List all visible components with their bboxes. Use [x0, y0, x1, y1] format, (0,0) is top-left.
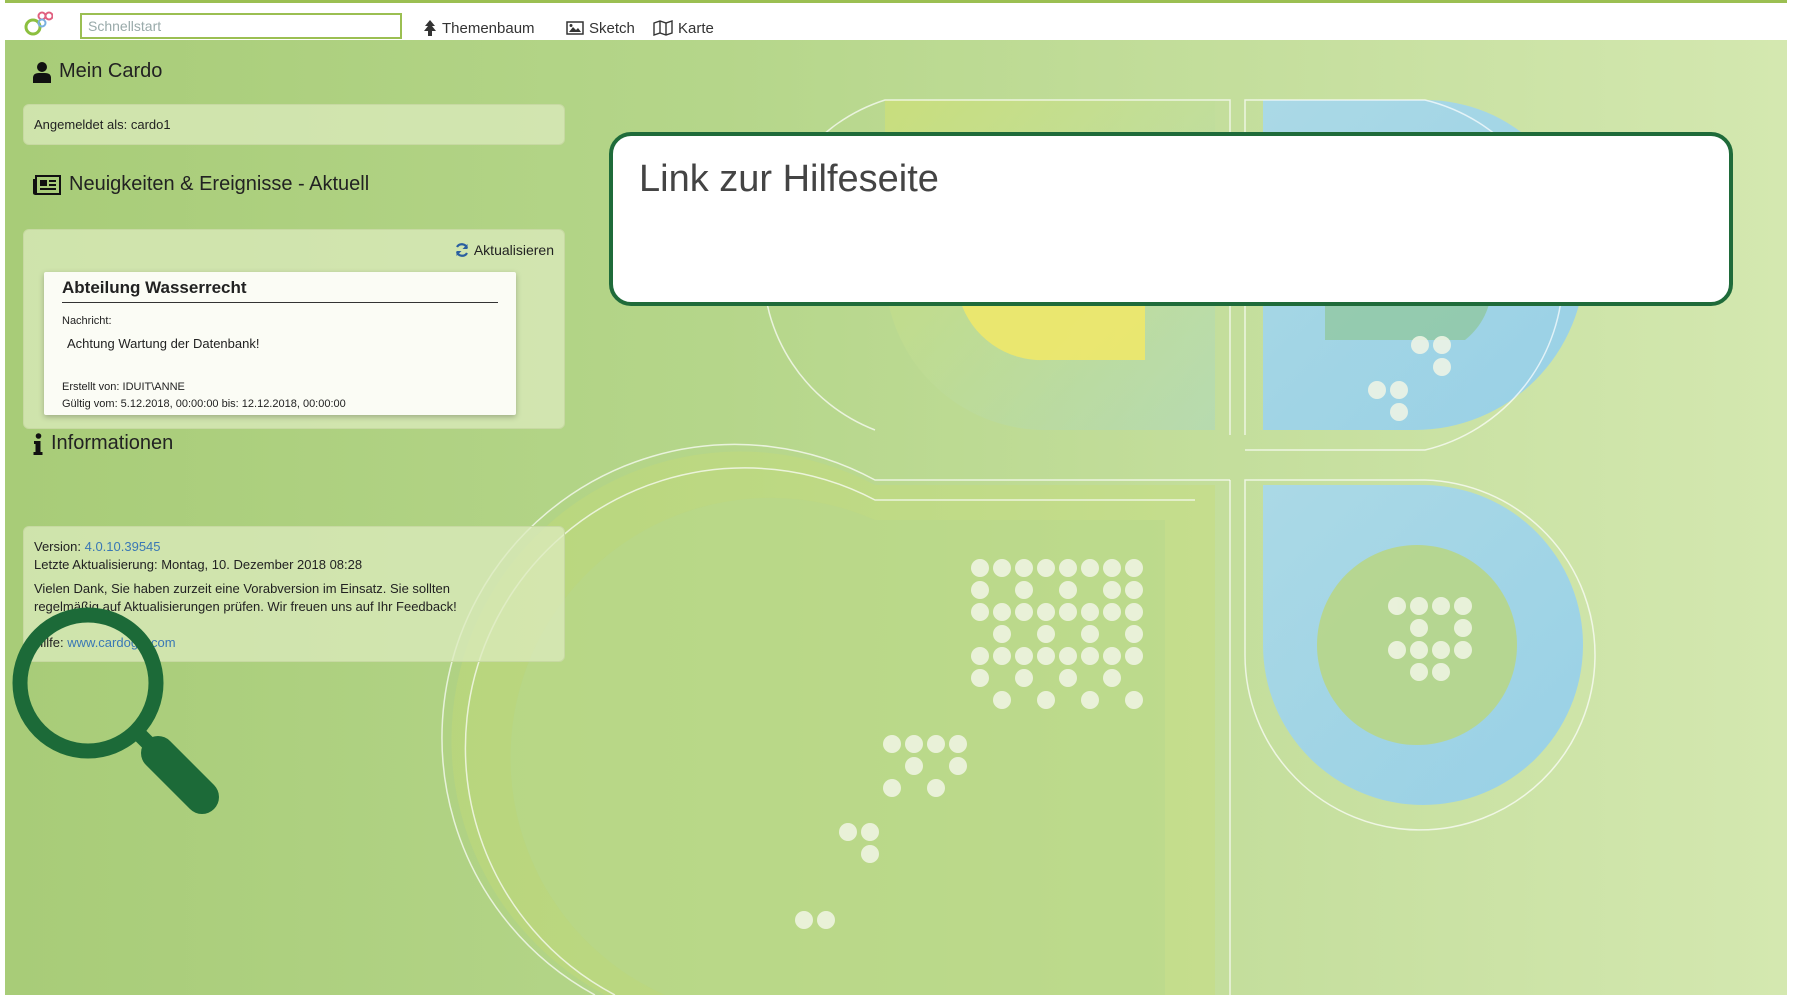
version-row: Version: 4.0.10.39545	[34, 539, 161, 554]
map-icon	[653, 20, 673, 36]
magnifier-icon	[12, 607, 219, 814]
cardo-logo-icon[interactable]	[21, 9, 53, 37]
login-status-panel: Angemeldet als: cardo1	[23, 104, 565, 145]
nav-sketch-button[interactable]: Sketch	[566, 17, 635, 39]
news-message-text: Achtung Wartung der Datenbank!	[67, 336, 260, 351]
nav-sketch-label: Sketch	[589, 19, 635, 37]
refresh-button[interactable]: Aktualisieren	[455, 242, 554, 258]
help-link-callout: Link zur Hilfeseite	[609, 132, 1733, 306]
news-message-label: Nachricht:	[62, 315, 112, 327]
nav-themenbaum-button[interactable]: Themenbaum	[423, 17, 535, 39]
info-title: Informationen	[51, 432, 174, 454]
news-title: Neuigkeiten & Ereignisse - Aktuell	[69, 173, 370, 195]
logged-in-user-text: Angemeldet als: cardo1	[34, 117, 171, 132]
image-icon	[566, 21, 584, 35]
mein-cardo-title: Mein Cardo	[59, 60, 163, 82]
nav-themenbaum-label: Themenbaum	[442, 19, 535, 37]
newspaper-icon	[33, 174, 61, 195]
quickstart-search-input[interactable]	[80, 13, 402, 39]
news-validity-text: Gültig vom: 5.12.2018, 00:00:00 bis: 12.…	[62, 398, 346, 410]
app-window: Themenbaum Sketch Karte	[5, 0, 1787, 995]
news-panel: Aktualisieren Abteilung Wasserrecht Nach…	[23, 229, 565, 429]
nav-karte-label: Karte	[678, 19, 714, 37]
version-label: Version:	[34, 539, 81, 554]
news-author-text: Erstellt von: IDUIT\ANNE	[62, 381, 185, 393]
refresh-icon	[455, 243, 468, 257]
tree-icon	[424, 20, 436, 36]
news-card: Abteilung Wasserrecht Nachricht: Achtung…	[44, 272, 516, 415]
news-heading: Neuigkeiten & Ereignisse - Aktuell	[33, 173, 369, 196]
version-link[interactable]: 4.0.10.39545	[85, 539, 161, 554]
refresh-label: Aktualisieren	[473, 242, 554, 258]
user-icon	[33, 61, 51, 83]
callout-text: Link zur Hilfeseite	[639, 158, 939, 200]
notice-line-1: Vielen Dank, Sie haben zurzeit eine Vora…	[34, 581, 450, 596]
info-heading: Informationen	[33, 432, 173, 455]
top-toolbar: Themenbaum Sketch Karte	[5, 0, 1787, 40]
news-card-divider	[62, 302, 498, 303]
info-icon	[33, 432, 43, 455]
news-card-heading: Abteilung Wasserrecht	[62, 278, 247, 297]
last-update-text: Letzte Aktualisierung: Montag, 10. Dezem…	[34, 557, 363, 572]
mein-cardo-heading: Mein Cardo	[33, 60, 162, 83]
start-page: Mein Cardo Angemeldet als: cardo1 Neuigk…	[5, 40, 1787, 995]
nav-karte-button[interactable]: Karte	[653, 17, 714, 39]
